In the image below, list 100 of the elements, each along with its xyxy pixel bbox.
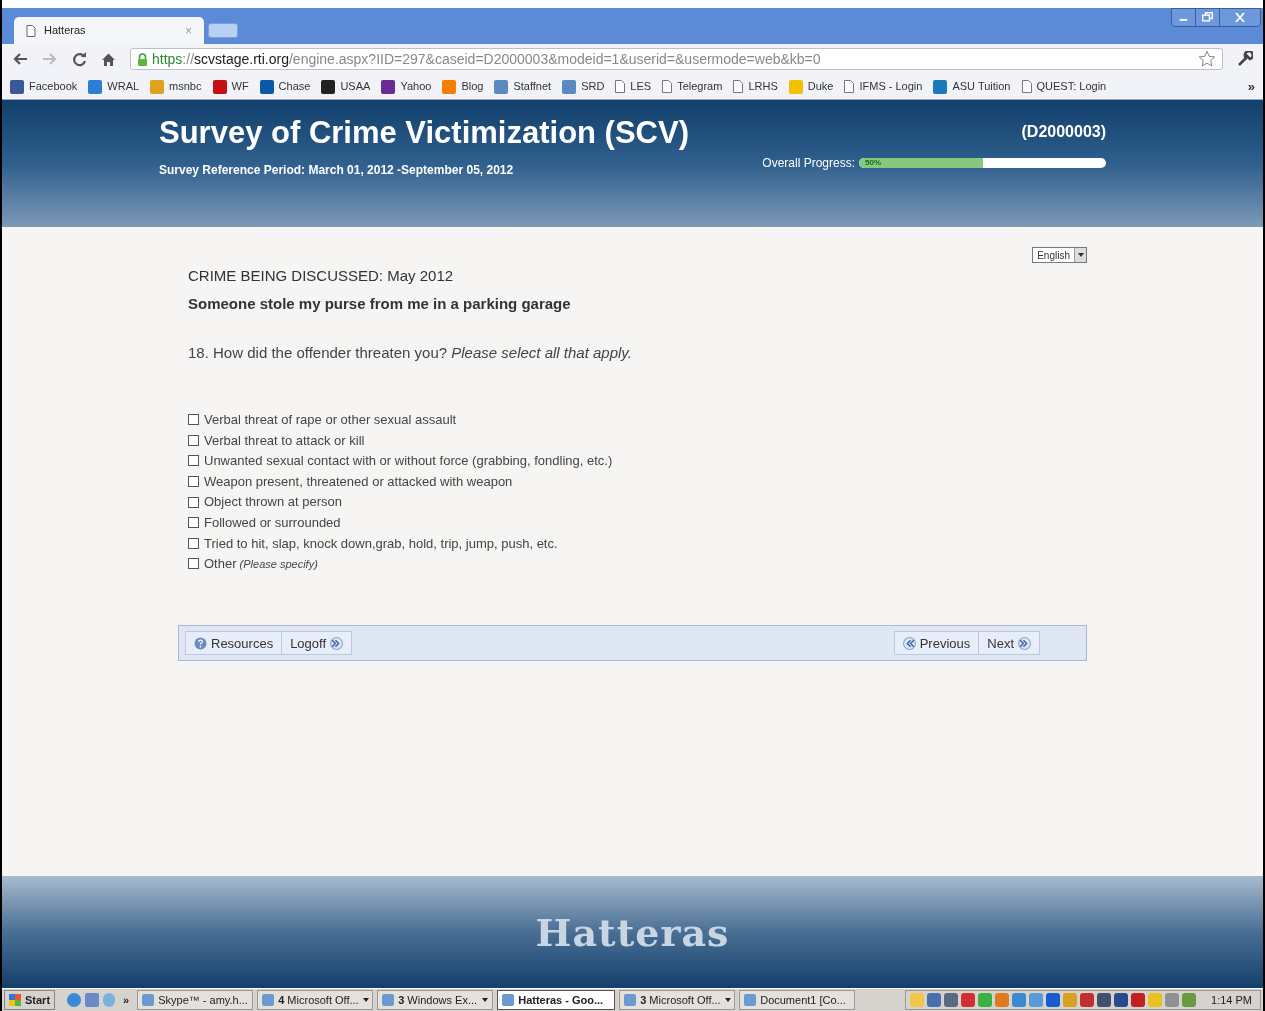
url-text: https://scvstage.rti.org/engine.aspx?IID=297&caseid=D2000003&modeid=1&userid=&usermode=web&kb=0 xyxy=(152,49,821,69)
bookmark-item[interactable]: WF xyxy=(212,78,249,95)
help-icon xyxy=(194,636,207,650)
taskbar-button[interactable]: Document1 [Co... xyxy=(739,990,856,1010)
progress-label: Overall Progress: xyxy=(762,155,855,172)
bookmark-item[interactable]: LRHS xyxy=(733,78,778,95)
answer-option[interactable]: Other (Please specify) xyxy=(188,555,1087,573)
bookmark-item[interactable]: ASU Tuition xyxy=(933,78,1011,95)
bookmark-item[interactable]: WRAL xyxy=(88,78,140,95)
bookmark-item[interactable]: IFMS - Login xyxy=(844,78,923,95)
answer-option[interactable]: Unwanted sexual contact with or without force (grabbing, fondling, etc.) xyxy=(188,452,1087,470)
tray-icon[interactable] xyxy=(1012,993,1027,1007)
case-id: (D2000003) xyxy=(1021,122,1106,142)
answer-option[interactable]: Verbal threat to attack or kill xyxy=(188,432,1087,449)
bookmark-item[interactable]: USAA xyxy=(321,78,371,95)
footer-logo: Hatteras xyxy=(535,908,730,957)
app-icon xyxy=(502,994,515,1006)
site-icon xyxy=(259,79,274,94)
checkbox[interactable] xyxy=(188,517,199,529)
answer-option[interactable]: Tried to hit, slap, knock down,grab, hold, trip, jump, push, etc. xyxy=(188,535,1087,552)
tray-icon[interactable] xyxy=(961,993,976,1007)
browser-tab[interactable]: Hatteras × xyxy=(14,17,204,44)
checkbox[interactable] xyxy=(188,558,199,570)
site-icon xyxy=(150,79,165,94)
reference-period: Survey Reference Period: March 01, 2012 -September 05, 2012 xyxy=(159,161,515,179)
tray-icon[interactable] xyxy=(1097,993,1112,1007)
bookmark-item[interactable]: Chase xyxy=(259,78,311,95)
nav-button[interactable]: Resources xyxy=(185,631,283,656)
bookmark-item[interactable]: Facebook xyxy=(10,78,78,95)
clock: 1:14 PM xyxy=(1211,992,1252,1008)
taskbar-button[interactable]: 3 Windows Ex... xyxy=(377,990,494,1010)
checkbox[interactable] xyxy=(188,434,199,446)
address-bar[interactable]: https://scvstage.rti.org/engine.aspx?IID=297&caseid=D2000003&modeid=1&userid=&usermode=web&kb=0 xyxy=(130,48,1223,70)
bookmarks-overflow-button[interactable]: » xyxy=(1247,76,1255,97)
site-icon xyxy=(933,79,948,94)
bookmark-item[interactable]: Blog xyxy=(442,78,484,95)
tray-icon[interactable] xyxy=(944,993,959,1007)
bookmark-item[interactable]: Yahoo xyxy=(381,78,432,95)
page-icon xyxy=(844,80,855,93)
page-icon xyxy=(733,80,744,93)
taskbar-button[interactable]: 4 Microsoft Off... xyxy=(257,990,374,1010)
checkbox[interactable] xyxy=(188,414,199,426)
language-select[interactable]: English xyxy=(1032,247,1087,263)
tab-title: Hatteras xyxy=(44,23,87,39)
bookmark-item[interactable]: Telegram xyxy=(662,78,723,95)
bookmark-item[interactable]: msnbc xyxy=(150,78,202,95)
bookmark-item[interactable]: Duke xyxy=(788,78,834,95)
back-icon[interactable] xyxy=(12,52,28,66)
checkbox[interactable] xyxy=(188,537,199,549)
app-icon xyxy=(744,994,757,1006)
survey-title: Survey of Crime Victimization (SCV) xyxy=(159,114,689,152)
answer-option[interactable]: Object thrown at person xyxy=(188,493,1087,511)
app-icon xyxy=(624,994,637,1006)
nav-button[interactable]: Logoff xyxy=(281,631,353,656)
page-icon xyxy=(662,80,673,93)
taskbar-button[interactable]: 3 Microsoft Off... xyxy=(619,990,736,1010)
rewind-icon xyxy=(902,636,916,650)
tray-icon[interactable] xyxy=(1131,993,1146,1007)
answer-option[interactable]: Followed or surrounded xyxy=(188,514,1087,532)
crime-heading: CRIME BEING DISCUSSED: May 2012 xyxy=(188,266,455,286)
home-icon[interactable] xyxy=(101,51,116,67)
quick-launch-overflow[interactable]: » xyxy=(119,991,134,1009)
site-icon xyxy=(562,79,577,94)
bookmark-item[interactable]: SRD xyxy=(562,78,605,95)
site-icon xyxy=(321,79,336,94)
site-icon xyxy=(442,79,457,94)
tray-icon[interactable] xyxy=(927,993,942,1007)
start-button[interactable]: Start xyxy=(4,990,56,1010)
page-icon xyxy=(26,24,36,37)
tray-icon[interactable] xyxy=(1046,993,1061,1007)
tray-icon[interactable] xyxy=(1080,993,1095,1007)
site-icon xyxy=(788,79,803,94)
checkbox[interactable] xyxy=(188,496,199,508)
site-icon xyxy=(381,79,396,94)
reload-icon[interactable] xyxy=(72,51,87,67)
page-icon xyxy=(615,80,626,93)
nav-button[interactable]: Previous xyxy=(893,631,980,656)
windows-logo-icon xyxy=(9,994,21,1006)
checkbox[interactable] xyxy=(188,476,199,488)
checkbox[interactable] xyxy=(188,455,199,467)
taskbar-button[interactable]: Skype™ - amy.h... xyxy=(137,990,254,1010)
bookmark-item[interactable]: LES xyxy=(615,78,652,95)
app-icon xyxy=(262,994,275,1006)
app-icon xyxy=(382,994,395,1006)
fast-forward-icon xyxy=(330,636,344,650)
fast-forward-icon xyxy=(1018,636,1031,650)
site-icon xyxy=(212,79,227,94)
answer-option[interactable]: Verbal threat of rape or other sexual assault xyxy=(188,411,1087,429)
padlock-icon xyxy=(137,52,148,66)
site-icon xyxy=(10,79,24,94)
progress-reading: 50% xyxy=(865,159,881,167)
nav-button[interactable]: Next xyxy=(978,631,1040,656)
tray-icon[interactable] xyxy=(1114,993,1129,1007)
bookmark-item[interactable]: Staffnet xyxy=(494,78,552,95)
wrench-icon[interactable] xyxy=(1237,51,1253,67)
answer-option[interactable]: Weapon present, threatened or attacked with weapon xyxy=(188,473,1087,490)
taskbar-button[interactable]: Hatteras - Goo... xyxy=(497,990,616,1010)
bookmark-item[interactable]: QUEST: Login xyxy=(1021,78,1107,95)
star-icon[interactable] xyxy=(1198,50,1216,68)
question-text: 18. How did the offender threaten you? Please select all that apply. xyxy=(188,343,633,363)
